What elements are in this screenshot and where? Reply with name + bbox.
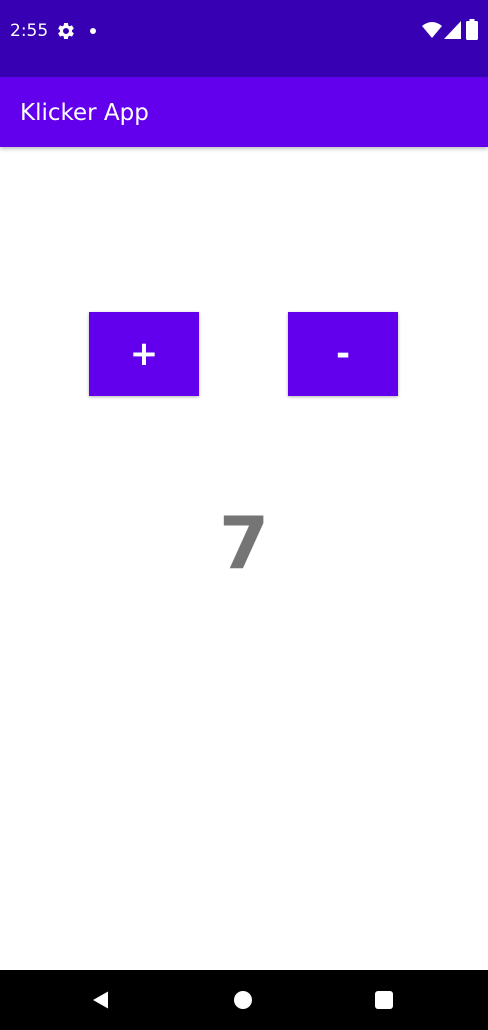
home-icon[interactable] <box>234 991 252 1009</box>
decrement-button[interactable]: - <box>288 312 398 396</box>
increment-button[interactable]: + <box>89 312 199 396</box>
app-bar: Klicker App <box>0 77 488 147</box>
status-time: 2:55 <box>10 21 49 41</box>
wifi-icon <box>422 22 442 38</box>
back-icon[interactable] <box>91 990 111 1010</box>
cell-signal-icon <box>444 21 461 39</box>
notification-dot-icon <box>90 28 96 34</box>
status-bar: 2:55 <box>0 0 488 77</box>
battery-icon <box>466 19 478 40</box>
recents-icon[interactable] <box>375 991 393 1009</box>
navigation-bar <box>0 970 488 1030</box>
gear-icon <box>58 22 74 39</box>
app-title: Klicker App <box>20 100 149 126</box>
counter-value: 7 <box>218 501 270 585</box>
